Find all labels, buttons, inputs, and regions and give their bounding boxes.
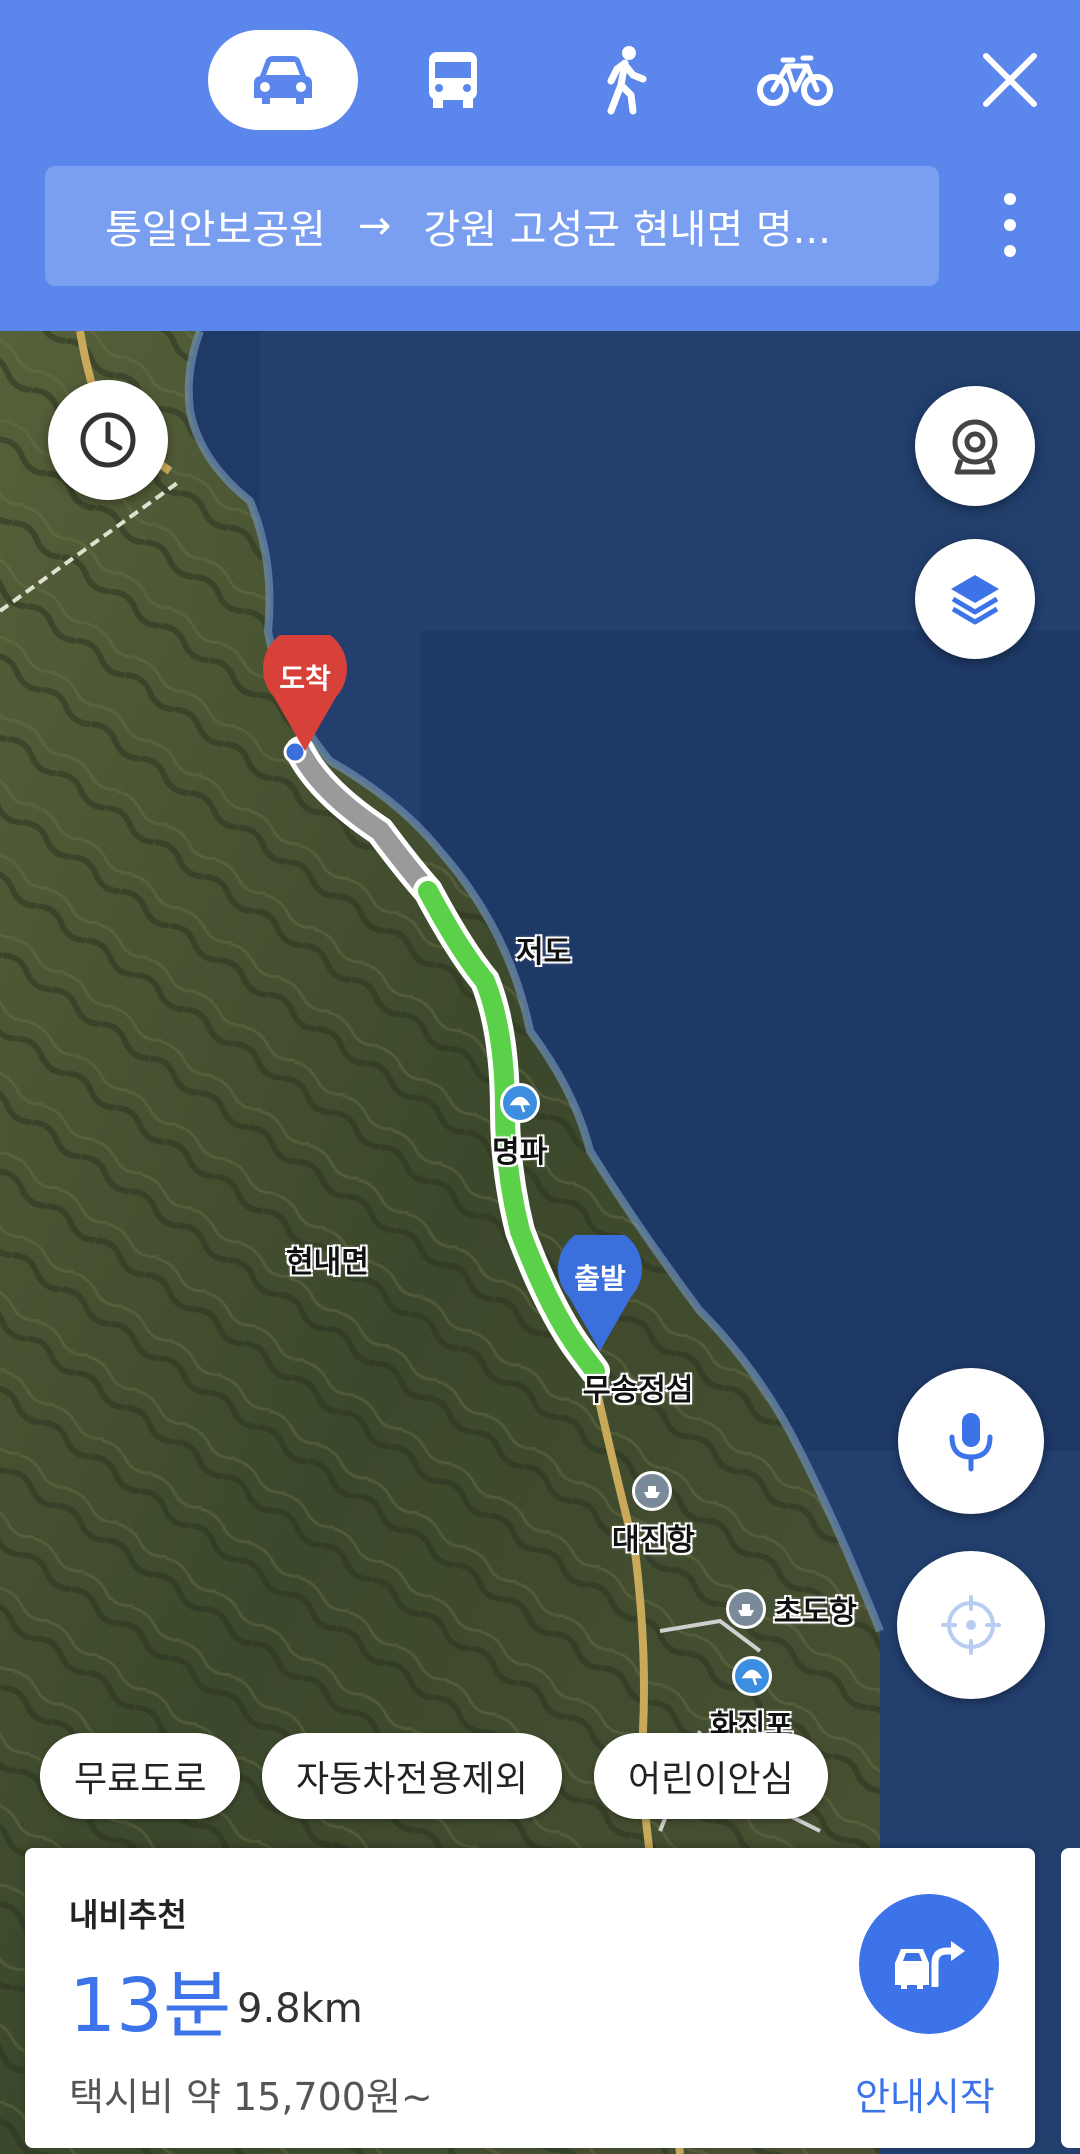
beach-poi-icon[interactable] xyxy=(732,1656,772,1696)
beach-poi-icon[interactable] xyxy=(500,1083,540,1123)
map-label-daejinhang: 대진항 xyxy=(612,1523,695,1558)
bicycle-icon xyxy=(757,55,833,106)
mode-tab-car[interactable] xyxy=(208,30,358,130)
next-route-card-peek[interactable] xyxy=(1061,1848,1080,2148)
port-poi-icon[interactable] xyxy=(632,1471,672,1511)
mode-tab-bus[interactable] xyxy=(378,30,528,130)
route-arrow: → xyxy=(357,203,392,249)
more-options-button[interactable] xyxy=(980,180,1040,270)
chip-exclude-expressway[interactable]: 자동차전용제외 xyxy=(262,1733,562,1819)
directions-header: 통일안보공원 → 강원 고성군 현내면 명... xyxy=(0,0,1080,331)
route-summary-bar[interactable]: 통일안보공원 → 강원 고성군 현내면 명... xyxy=(45,166,939,286)
map-layers-button[interactable] xyxy=(915,539,1035,659)
walk-icon xyxy=(607,46,647,115)
map-label-hyeonnaemyeon: 현내면 xyxy=(286,1245,369,1280)
close-button[interactable] xyxy=(970,40,1050,120)
microphone-icon xyxy=(949,1413,993,1472)
map-label-myeongpa: 명파 xyxy=(492,1135,548,1170)
my-location-button[interactable] xyxy=(897,1551,1045,1699)
arrival-pin-label: 도착 xyxy=(279,662,331,695)
mode-tab-bicycle[interactable] xyxy=(720,30,870,130)
route-type-label: 내비추천 xyxy=(69,1896,187,1934)
route-card[interactable]: 내비추천 13분 9.8km 택시비 약 15,700원~ 안내시작 xyxy=(25,1848,1035,2148)
close-icon xyxy=(983,53,1037,107)
mode-tab-walk[interactable] xyxy=(550,30,700,130)
route-duration: 13분 xyxy=(69,1963,232,2049)
bus-icon xyxy=(429,52,477,108)
navigation-car-icon xyxy=(895,1941,965,1989)
map-label-chodohang: 초도항 xyxy=(774,1595,857,1630)
origin-text: 통일안보공원 xyxy=(105,207,326,253)
car-icon xyxy=(254,56,312,104)
crosshair-icon xyxy=(941,1595,1001,1655)
cctv-button[interactable] xyxy=(915,386,1035,506)
departure-pin[interactable]: 출발 xyxy=(555,1226,645,1355)
map-label-musongjeongseom: 무송정섬 xyxy=(583,1373,694,1408)
cctv-icon xyxy=(952,419,998,475)
start-navigation-label[interactable]: 안내시작 xyxy=(855,2066,995,2121)
destination-text: 강원 고성군 현내면 명... xyxy=(423,207,831,253)
chip-child-safe[interactable]: 어린이안심 xyxy=(594,1733,828,1819)
dot xyxy=(1004,219,1016,231)
dot xyxy=(1004,193,1016,205)
voice-search-button[interactable] xyxy=(898,1368,1044,1514)
start-navigation-button[interactable] xyxy=(859,1894,999,2034)
route-distance: 9.8km xyxy=(237,1986,363,2032)
arrival-pin[interactable]: 도착 xyxy=(260,626,350,755)
port-poi-icon[interactable] xyxy=(726,1589,766,1629)
departure-pin-label: 출발 xyxy=(574,1262,626,1295)
dot xyxy=(1004,245,1016,257)
chip-free-road[interactable]: 무료도로 xyxy=(40,1733,241,1819)
taxi-fare: 택시비 약 15,700원~ xyxy=(69,2075,433,2119)
recent-history-button[interactable] xyxy=(48,380,168,500)
map-label-jeodo: 저도 xyxy=(516,935,572,970)
clock-icon xyxy=(80,412,136,468)
layers-icon xyxy=(951,575,999,625)
